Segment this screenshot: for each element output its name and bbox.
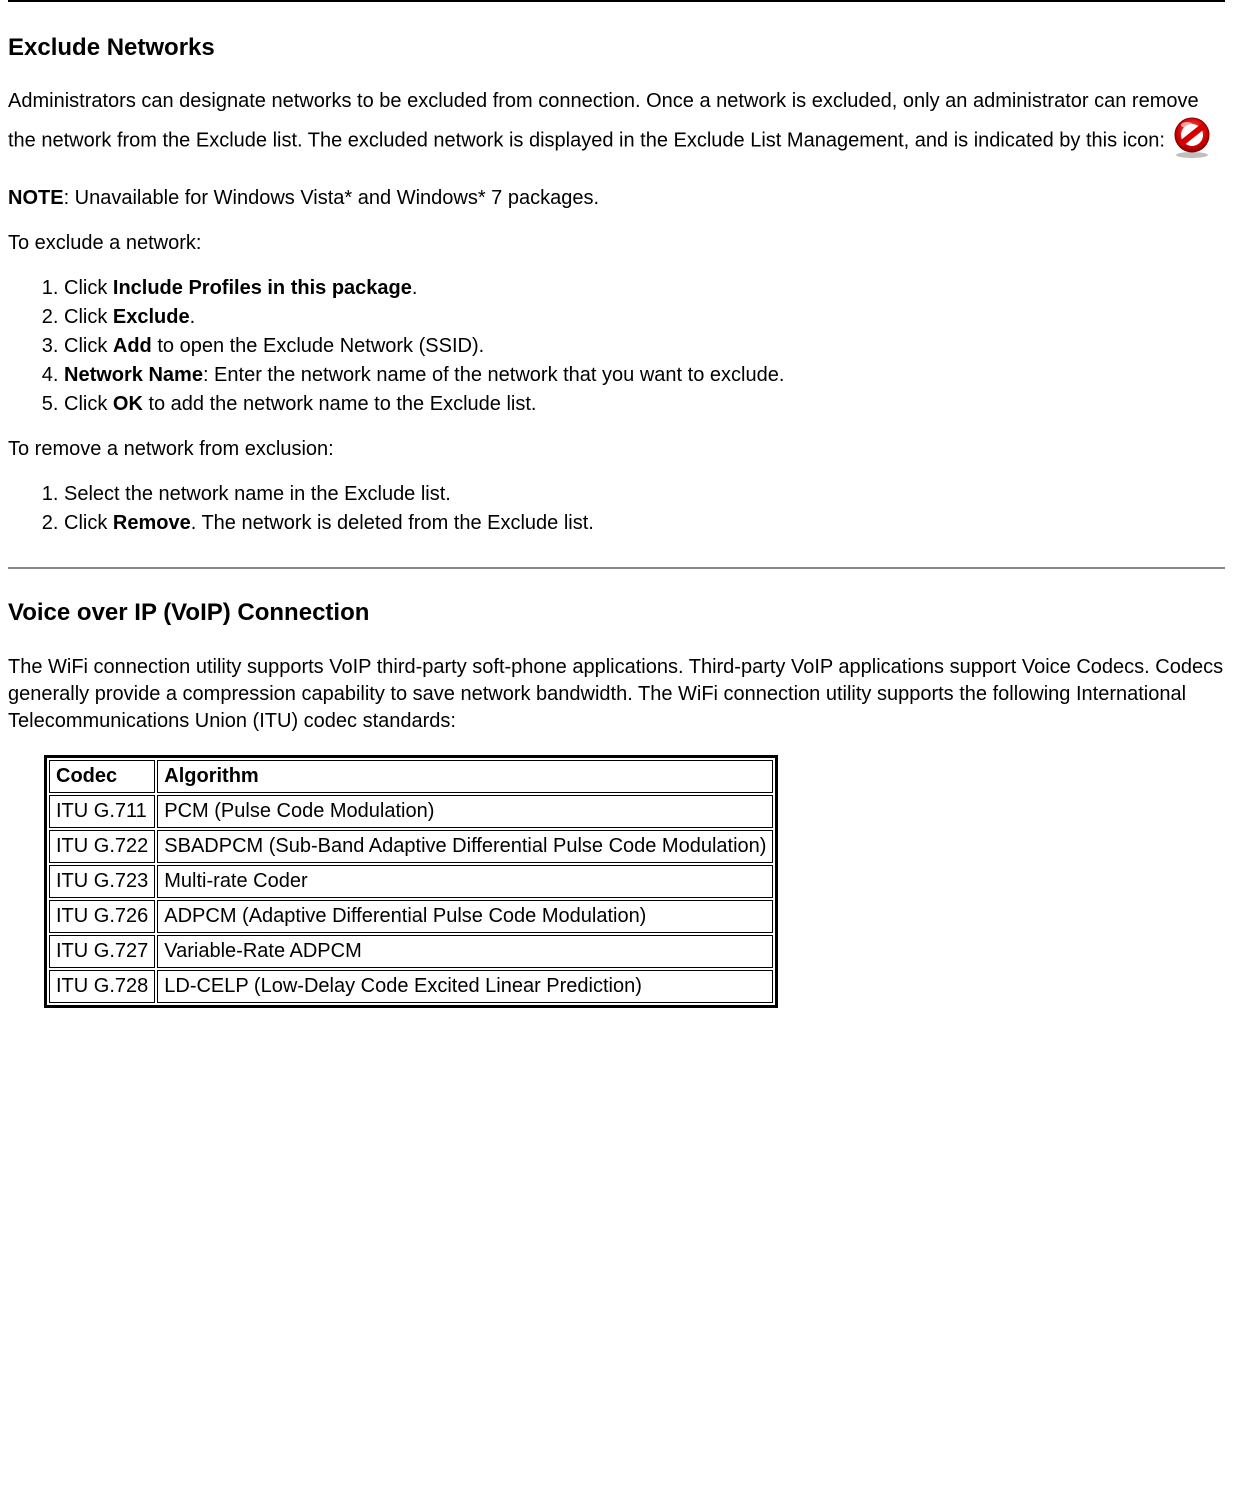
note-label: NOTE [8,187,64,209]
intro-text: Administrators can designate networks to… [8,90,1199,151]
step-suffix: to open the Exclude Network (SSID). [152,335,484,357]
table-cell: Variable-Rate ADPCM [157,935,773,968]
table-cell: PCM (Pulse Code Modulation) [157,795,773,828]
voip-intro: The WiFi connection utility supports VoI… [8,654,1225,735]
table-row: ITU G.723 Multi-rate Coder [49,865,773,898]
table-row: ITU G.727 Variable-Rate ADPCM [49,935,773,968]
step-bold: Exclude [113,306,190,328]
table-header-codec: Codec [49,760,155,793]
codec-table: Codec Algorithm ITU G.711 PCM (Pulse Cod… [44,755,778,1008]
step-prefix: Click [64,393,113,415]
step-prefix: Click [64,277,113,299]
table-header-row: Codec Algorithm [49,760,773,793]
list-item: Click OK to add the network name to the … [64,391,1225,418]
note-text: : Unavailable for Windows Vista* and Win… [64,187,599,209]
step-prefix: Click [64,512,113,534]
remove-steps-list: Select the network name in the Exclude l… [8,481,1225,537]
table-cell: Multi-rate Coder [157,865,773,898]
table-cell: ITU G.727 [49,935,155,968]
table-cell: ITU G.726 [49,900,155,933]
heading-exclude-networks: Exclude Networks [8,32,1225,64]
table-cell: ITU G.728 [49,970,155,1003]
step-suffix: . [412,277,418,299]
prohibited-icon [1170,115,1214,167]
step-bold: OK [113,393,143,415]
table-cell: SBADPCM (Sub-Band Adaptive Differential … [157,830,773,863]
section-divider [8,567,1225,569]
top-rule [8,0,1225,2]
list-item: Click Exclude. [64,304,1225,331]
table-cell: ITU G.723 [49,865,155,898]
table-cell: ITU G.711 [49,795,155,828]
table-cell: ITU G.722 [49,830,155,863]
step-suffix: : Enter the network name of the network … [203,364,784,386]
step-prefix: Select the network name in the Exclude l… [64,483,451,505]
step-suffix: to add the network name to the Exclude l… [143,393,537,415]
step-prefix: Click [64,306,113,328]
list-item: Click Add to open the Exclude Network (S… [64,333,1225,360]
step-bold: Remove [113,512,191,534]
list-item: Select the network name in the Exclude l… [64,481,1225,508]
list-item: Click Include Profiles in this package. [64,275,1225,302]
step-bold: Add [113,335,152,357]
remove-intro: To remove a network from exclusion: [8,436,1225,463]
intro-paragraph: Administrators can designate networks to… [8,88,1225,167]
step-bold: Network Name [64,364,203,386]
note-paragraph: NOTE: Unavailable for Windows Vista* and… [8,185,1225,212]
table-cell: LD-CELP (Low-Delay Code Excited Linear P… [157,970,773,1003]
exclude-steps-list: Click Include Profiles in this package. … [8,275,1225,418]
table-row: ITU G.726 ADPCM (Adaptive Differential P… [49,900,773,933]
exclude-intro: To exclude a network: [8,230,1225,257]
step-suffix: . The network is deleted from the Exclud… [191,512,594,534]
step-prefix: Click [64,335,113,357]
table-cell: ADPCM (Adaptive Differential Pulse Code … [157,900,773,933]
step-bold: Include Profiles in this package [113,277,412,299]
table-row: ITU G.722 SBADPCM (Sub-Band Adaptive Dif… [49,830,773,863]
table-header-algorithm: Algorithm [157,760,773,793]
step-suffix: . [190,306,196,328]
table-row: ITU G.728 LD-CELP (Low-Delay Code Excite… [49,970,773,1003]
list-item: Click Remove. The network is deleted fro… [64,510,1225,537]
heading-voip: Voice over IP (VoIP) Connection [8,597,1225,629]
table-row: ITU G.711 PCM (Pulse Code Modulation) [49,795,773,828]
list-item: Network Name: Enter the network name of … [64,362,1225,389]
